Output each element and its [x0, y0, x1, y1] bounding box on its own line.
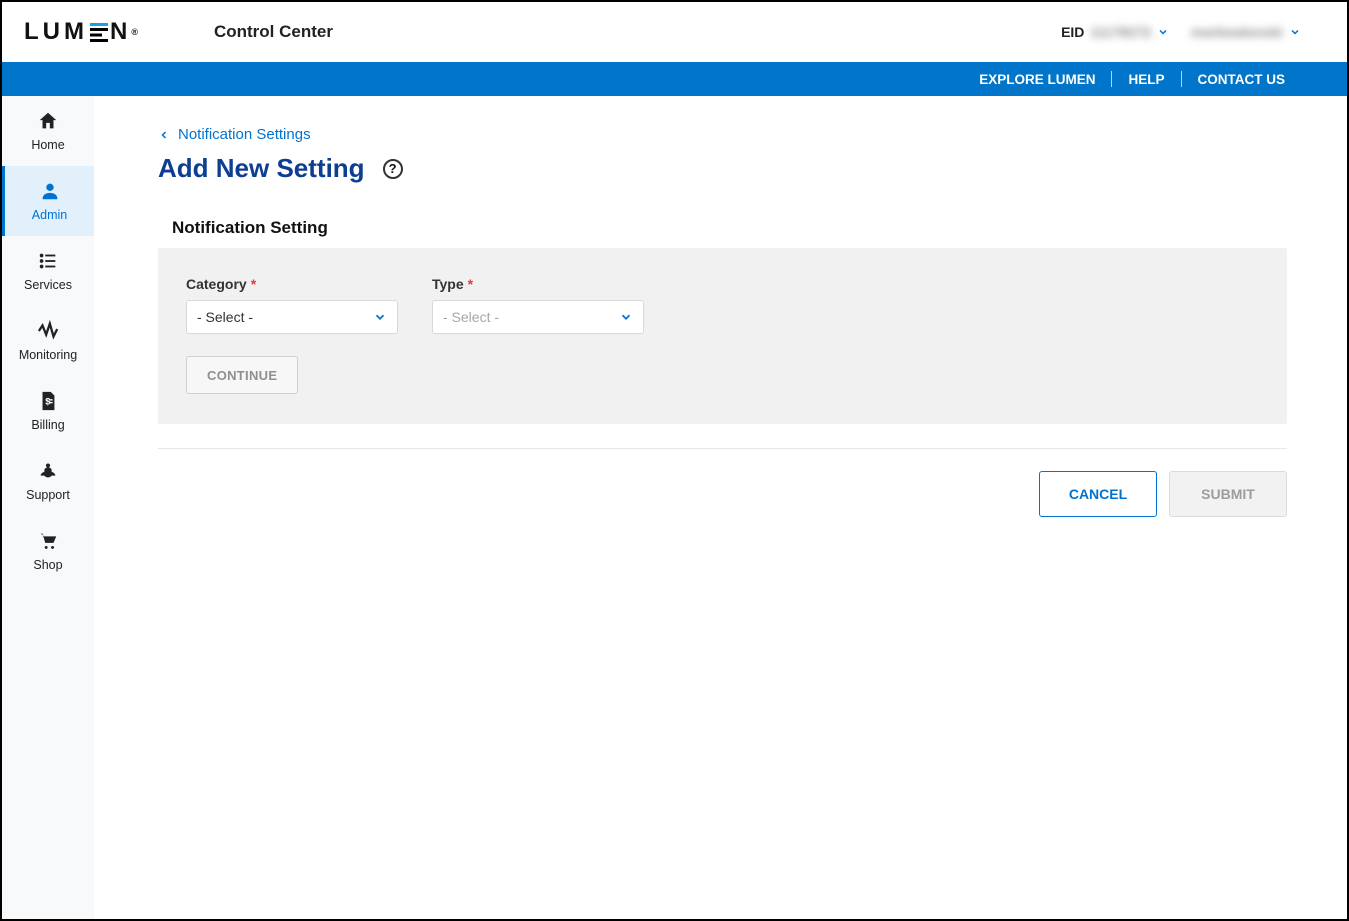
sidebar-item-label: Home	[31, 138, 64, 152]
page-title-row: Add New Setting ?	[158, 153, 1287, 184]
type-label-text: Type	[432, 276, 464, 292]
notification-setting-panel: Category* - Select - Type* - Select -	[158, 248, 1287, 424]
sidebar-item-admin[interactable]: Admin	[2, 166, 94, 236]
footer-actions: CANCEL SUBMIT	[158, 471, 1287, 517]
sidebar-item-shop[interactable]: Shop	[2, 516, 94, 586]
category-select[interactable]: - Select -	[186, 300, 398, 334]
home-icon	[37, 110, 59, 132]
app-title: Control Center	[214, 22, 333, 42]
help-icon[interactable]: ?	[383, 159, 403, 179]
chevron-down-icon	[1289, 26, 1301, 38]
sidebar-item-monitoring[interactable]: Monitoring	[2, 306, 94, 376]
breadcrumb-label: Notification Settings	[178, 126, 311, 143]
section-title: Notification Setting	[172, 218, 1287, 238]
top-header-left: LUM N ® Control Center	[24, 18, 333, 46]
sidebar-item-label: Support	[26, 488, 70, 502]
user-name: markwalenski	[1191, 24, 1283, 40]
category-label-text: Category	[186, 276, 247, 292]
required-mark: *	[468, 276, 473, 292]
lumen-logo[interactable]: LUM N ®	[24, 18, 142, 46]
sidebar-item-support[interactable]: Support	[2, 446, 94, 516]
admin-icon	[39, 180, 61, 202]
help-glyph: ?	[389, 161, 397, 176]
support-icon	[37, 460, 59, 482]
top-header: LUM N ® Control Center EID 11178272 mark…	[2, 2, 1347, 62]
user-dropdown[interactable]: markwalenski	[1191, 24, 1301, 40]
divider	[158, 448, 1287, 449]
chevron-down-icon	[373, 310, 387, 324]
chevron-left-icon	[158, 129, 170, 141]
logo-text-left: LUM	[24, 18, 88, 46]
type-field: Type* - Select -	[432, 276, 644, 334]
category-label: Category*	[186, 276, 398, 292]
eid-dropdown[interactable]: EID 11178272	[1061, 24, 1169, 40]
utility-nav: EXPLORE LUMEN HELP CONTACT US	[2, 62, 1347, 96]
type-select-value: - Select -	[443, 309, 499, 325]
explore-lumen-link[interactable]: EXPLORE LUMEN	[963, 72, 1111, 87]
logo-reg-mark: ®	[131, 27, 142, 37]
services-icon	[37, 250, 59, 272]
shop-icon	[37, 530, 59, 552]
sidebar-item-label: Billing	[31, 418, 64, 432]
submit-button[interactable]: SUBMIT	[1169, 471, 1287, 517]
logo-text-right: N	[110, 18, 131, 46]
page-title: Add New Setting	[158, 153, 365, 184]
category-field: Category* - Select -	[186, 276, 398, 334]
sidebar-item-label: Shop	[33, 558, 62, 572]
required-mark: *	[251, 276, 256, 292]
eid-label: EID	[1061, 24, 1084, 40]
chevron-down-icon	[1157, 26, 1169, 38]
type-label: Type*	[432, 276, 644, 292]
eid-value: 11178272	[1090, 24, 1151, 40]
chevron-down-icon	[619, 310, 633, 324]
sidebar-item-home[interactable]: Home	[2, 96, 94, 166]
sidebar-item-billing[interactable]: $ Billing	[2, 376, 94, 446]
sidebar: Home Admin Services Monitoring $ Billing	[2, 96, 94, 919]
sidebar-item-label: Services	[24, 278, 72, 292]
sidebar-item-label: Admin	[32, 208, 67, 222]
sidebar-item-label: Monitoring	[19, 348, 77, 362]
category-select-value: - Select -	[197, 309, 253, 325]
type-select[interactable]: - Select -	[432, 300, 644, 334]
billing-icon: $	[37, 390, 59, 412]
logo-e-glyph	[90, 23, 108, 42]
sidebar-item-services[interactable]: Services	[2, 236, 94, 306]
form-row: Category* - Select - Type* - Select -	[186, 276, 1259, 334]
breadcrumb-back[interactable]: Notification Settings	[158, 126, 1287, 143]
svg-text:$: $	[45, 397, 50, 407]
app-shell: Home Admin Services Monitoring $ Billing	[2, 96, 1347, 919]
help-link[interactable]: HELP	[1112, 72, 1180, 87]
contact-us-link[interactable]: CONTACT US	[1182, 72, 1302, 87]
top-header-right: EID 11178272 markwalenski	[1061, 24, 1301, 40]
continue-button[interactable]: CONTINUE	[186, 356, 298, 394]
cancel-button[interactable]: CANCEL	[1039, 471, 1157, 517]
main-content: Notification Settings Add New Setting ? …	[94, 96, 1347, 919]
monitoring-icon	[37, 320, 59, 342]
